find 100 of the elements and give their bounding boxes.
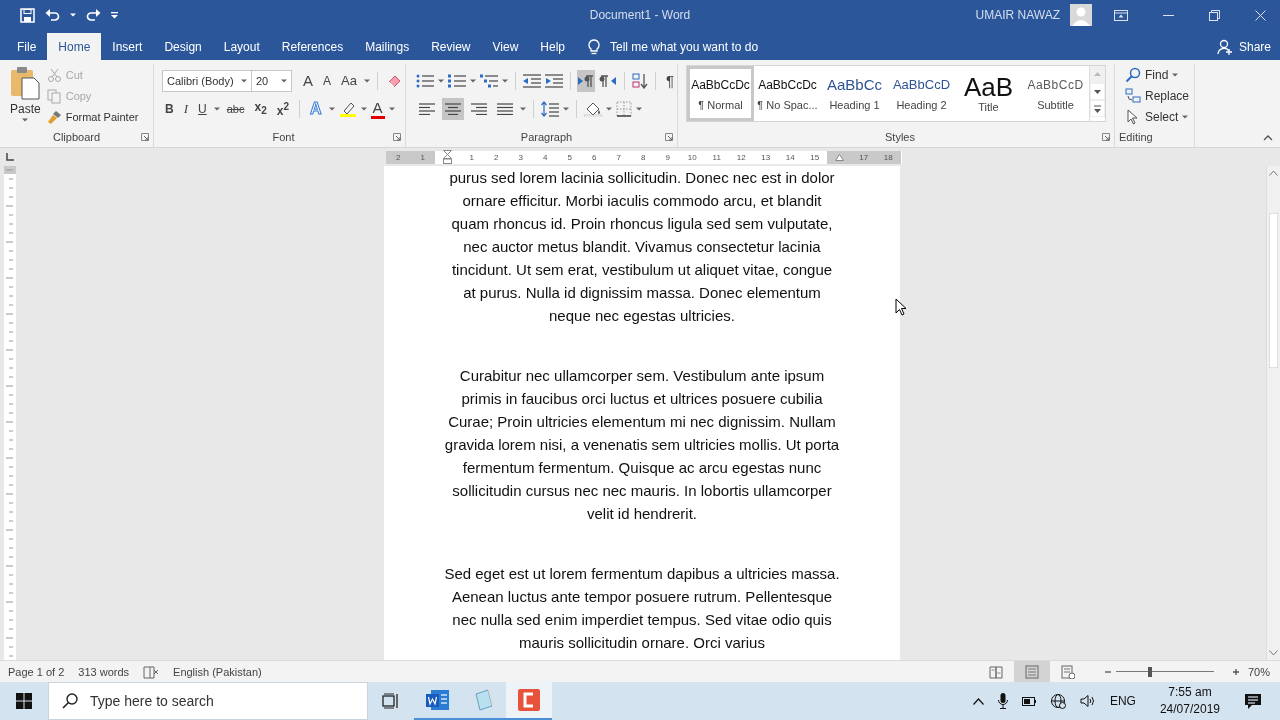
menu-tab[interactable]: References — [270, 33, 355, 60]
style-option[interactable]: AaBbCcDc ¶ Normal — [687, 66, 754, 121]
decrease-indent-icon[interactable] — [522, 74, 541, 88]
recorder-app-icon[interactable] — [517, 688, 541, 712]
redo-icon[interactable] — [86, 8, 101, 22]
task-view-icon[interactable] — [382, 693, 400, 709]
dialog-launcher-icon[interactable] — [141, 133, 149, 141]
sort-icon[interactable] — [632, 73, 649, 89]
caret-icon[interactable] — [636, 107, 642, 111]
style-option[interactable]: AaBbCcD Subtitle — [1022, 66, 1089, 121]
caret-icon[interactable] — [213, 107, 220, 111]
caret-icon[interactable] — [281, 79, 287, 83]
paste-button[interactable]: Paste — [0, 64, 47, 129]
clock-date[interactable]: 24/07/2019 — [1159, 701, 1220, 718]
right-indent-marker-icon[interactable] — [834, 153, 844, 161]
replace-icon[interactable] — [1125, 88, 1141, 104]
style-option[interactable]: AaB Title — [955, 66, 1022, 121]
microphone-icon[interactable] — [997, 693, 1008, 709]
caret-icon[interactable] — [360, 107, 367, 111]
ltr-paragraph-icon[interactable] — [577, 74, 596, 88]
caret-icon[interactable] — [241, 79, 247, 83]
strikethrough-button[interactable]: abc — [223, 99, 248, 119]
show-formatting-marks-button[interactable]: ¶ — [662, 71, 677, 91]
caret-icon[interactable] — [438, 79, 444, 83]
menu-tab[interactable]: File — [6, 33, 48, 60]
notifications-icon[interactable] — [1244, 692, 1262, 710]
restore-icon[interactable] — [1209, 9, 1220, 21]
indent-marker-icon[interactable] — [442, 150, 452, 164]
globe-icon[interactable] — [1049, 693, 1066, 709]
caret-icon[interactable] — [363, 79, 370, 83]
align-justify-icon[interactable] — [497, 103, 513, 115]
dialog-launcher-icon[interactable] — [393, 133, 401, 141]
style-option[interactable]: AaBbCc Heading 1 — [821, 66, 888, 121]
caret-icon[interactable] — [1172, 73, 1179, 77]
numbering-icon[interactable] — [448, 74, 466, 88]
web-page-icon[interactable] — [1060, 664, 1075, 679]
menu-tab[interactable]: Review — [420, 33, 482, 60]
subscript-button[interactable]: x$_{2}$ — [251, 96, 270, 122]
word-count[interactable]: 313 words — [78, 665, 130, 678]
caret-icon[interactable] — [502, 79, 508, 83]
word-app-icon[interactable] — [425, 688, 449, 712]
windows-start-icon[interactable] — [16, 693, 32, 709]
select-button[interactable]: Select — [1125, 108, 1194, 126]
menu-tab[interactable]: View — [481, 33, 530, 60]
menu-tab[interactable]: Design — [153, 33, 213, 60]
multilevel-list-icon[interactable] — [480, 74, 498, 88]
undo-icon[interactable] — [45, 8, 60, 22]
caret-icon[interactable] — [563, 107, 569, 111]
menu-tab[interactable]: Help — [529, 33, 576, 60]
dialog-launcher-icon[interactable] — [665, 133, 673, 141]
borders-icon[interactable] — [616, 101, 632, 117]
grow-font-button[interactable]: A — [300, 71, 316, 91]
zoom-in-icon[interactable] — [1231, 667, 1240, 676]
menu-tab[interactable]: Insert — [101, 33, 154, 60]
language-indicator[interactable]: English (Pakistan) — [173, 665, 262, 678]
replace-button[interactable]: Replace — [1125, 87, 1194, 105]
taskbar-search-box[interactable]: Type here to search — [48, 682, 368, 720]
caret-icon[interactable] — [1182, 115, 1189, 119]
speaker-icon[interactable] — [1079, 694, 1096, 708]
open-book-icon[interactable] — [988, 664, 1003, 679]
shading-bucket-icon[interactable] — [584, 101, 602, 117]
zoom-slider-thumb[interactable] — [1148, 666, 1153, 677]
bold-button[interactable]: B — [162, 99, 177, 119]
line-spacing-icon[interactable] — [541, 101, 559, 117]
caret-icon[interactable] — [520, 107, 526, 111]
menu-tab[interactable]: Layout — [212, 33, 271, 60]
highlighter-icon[interactable] — [338, 101, 357, 117]
input-language[interactable]: ENG — [1109, 694, 1136, 708]
style-option[interactable]: AaBbCcDc ¶ No Spac... — [754, 66, 821, 121]
rtl-paragraph-icon[interactable] — [599, 74, 618, 88]
painter-button[interactable]: Format Painter — [46, 108, 139, 126]
find-button[interactable]: Find — [1125, 66, 1194, 84]
caret-icon[interactable] — [388, 107, 395, 111]
underline-button[interactable]: U — [195, 99, 210, 119]
caret-icon[interactable] — [606, 107, 612, 111]
left-to-right-button[interactable] — [577, 70, 596, 92]
align-left-icon[interactable] — [419, 103, 435, 115]
align-right-icon[interactable] — [471, 103, 487, 115]
bullets-icon[interactable] — [416, 74, 434, 88]
superscript-button[interactable]: x$^{2}$ — [273, 97, 292, 121]
caret-icon[interactable] — [470, 79, 476, 83]
clock-time[interactable]: 7:55 am — [1168, 684, 1212, 701]
style-option[interactable]: AaBbCcD Heading 2 — [888, 66, 955, 121]
tab-selector-icon[interactable] — [5, 152, 15, 162]
tell-me-search[interactable]: Tell me what you want to do — [610, 39, 759, 54]
ribbon-display-icon[interactable] — [1114, 9, 1128, 21]
share-person-icon[interactable] — [1216, 38, 1233, 55]
font-size-field[interactable]: 20 — [251, 70, 292, 92]
customize-toolbar-icon[interactable] — [111, 11, 118, 19]
scroll-down-icon[interactable] — [1090, 83, 1105, 100]
align-center-button[interactable] — [442, 98, 464, 120]
collapse-ribbon-icon[interactable] — [1263, 135, 1273, 141]
menu-tab[interactable]: Mailings — [354, 33, 421, 60]
chevron-up-icon[interactable] — [972, 697, 984, 705]
dialog-launcher-icon[interactable] — [1102, 133, 1110, 141]
change-case-button[interactable]: Aa — [338, 71, 360, 91]
search-icon[interactable] — [1125, 67, 1141, 83]
shrink-font-button[interactable]: A — [320, 71, 335, 91]
font-name-field[interactable]: Calibri (Body) — [162, 70, 252, 92]
font-color-button[interactable]: A — [370, 99, 385, 119]
